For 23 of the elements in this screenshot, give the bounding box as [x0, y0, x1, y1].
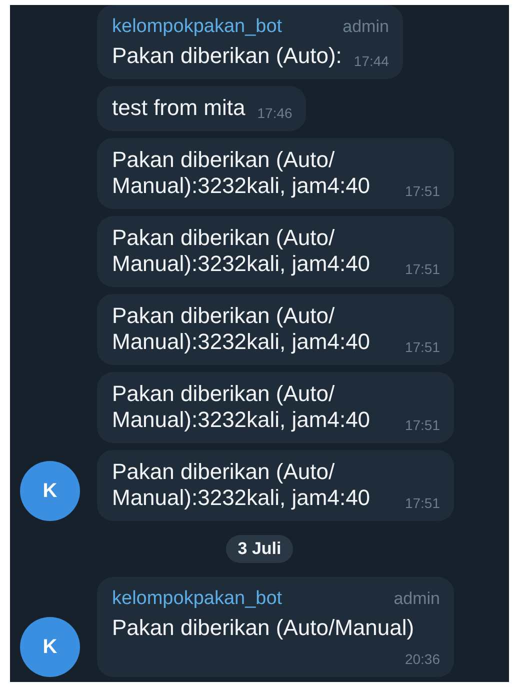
message-text: Pakan diberikan (Auto/Manual):3232kali, jam4:40: [112, 459, 370, 510]
message-time: 17:51: [404, 338, 440, 357]
message-time: 20:36: [404, 650, 440, 669]
message-time: 17:51: [404, 494, 440, 513]
avatar[interactable]: K: [20, 461, 80, 521]
message-text: Pakan diberikan (Auto/Manual):3232kali, jam4:40: [112, 303, 370, 354]
message-text: Pakan diberikan (Auto/Manual):3232kali, jam4:40: [112, 147, 370, 198]
date-separator: 3 Juli: [226, 535, 294, 563]
message-time: 17:51: [404, 260, 440, 279]
sender-name[interactable]: kelompokpakan_bot: [112, 14, 282, 40]
message-time: 17:46: [257, 104, 292, 123]
role-label: admin: [394, 588, 440, 610]
message-time: 17:44: [354, 52, 389, 71]
role-label: admin: [342, 16, 389, 38]
avatar[interactable]: K: [20, 617, 80, 677]
message-text: test from mita: [112, 95, 246, 120]
message-text: Pakan diberikan (Auto):: [112, 43, 342, 68]
sender-name[interactable]: kelompokpakan_bot: [112, 586, 282, 612]
message-text: Pakan diberikan (Auto/Manual):3232kali, jam4:40: [112, 225, 370, 276]
message-time: 17:51: [404, 182, 440, 201]
message-text: Pakan diberikan (Auto/Manual):3232kali, jam4:40: [112, 381, 370, 432]
message-time: 17:51: [404, 416, 440, 435]
message-text: Pakan diberikan (Auto/Manual): [112, 615, 414, 640]
